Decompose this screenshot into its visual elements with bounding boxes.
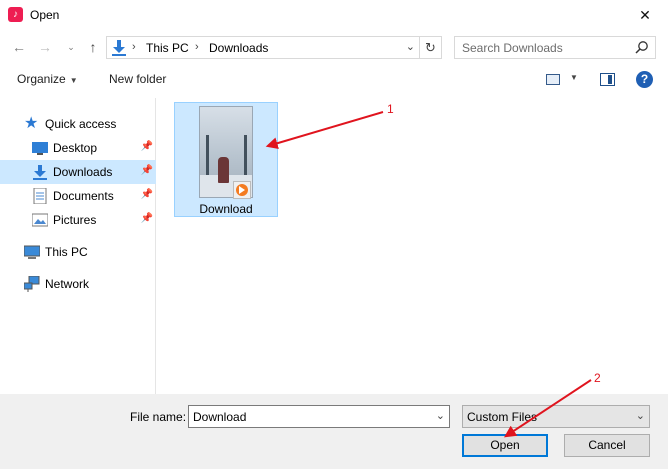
file-name-label: Download xyxy=(199,202,253,216)
nav-item-network[interactable]: Network xyxy=(0,272,156,296)
desktop-icon xyxy=(32,142,48,155)
pin-icon[interactable]: 📌 xyxy=(141,213,153,224)
downloads-icon xyxy=(33,165,47,180)
nav-label: Documents xyxy=(53,189,114,203)
file-name-input[interactable]: Download ⌄ xyxy=(188,405,450,428)
nav-item-this-pc[interactable]: This PC xyxy=(0,240,156,264)
pin-icon[interactable]: 📌 xyxy=(141,165,153,176)
nav-item-desktop[interactable]: Desktop 📌 xyxy=(0,136,156,160)
breadcrumb-separator-icon[interactable]: › xyxy=(195,41,199,53)
nav-label: Pictures xyxy=(53,213,97,227)
refresh-icon[interactable]: ↻ xyxy=(419,37,441,58)
navigation-pane: ★ Quick access Desktop 📌 Downloads 📌 Doc… xyxy=(0,98,156,394)
breadcrumb-downloads[interactable]: Downloads xyxy=(209,41,268,55)
help-icon[interactable]: ? xyxy=(636,71,653,88)
search-input[interactable]: Search Downloads xyxy=(454,36,656,59)
address-history-chevron-icon[interactable]: ⌄ xyxy=(406,40,415,53)
change-view-icon[interactable] xyxy=(546,74,560,85)
organize-button[interactable]: Organize ▼ xyxy=(17,72,78,86)
nav-label: Network xyxy=(45,277,90,291)
pin-icon[interactable]: 📌 xyxy=(141,189,153,200)
pin-icon[interactable]: 📌 xyxy=(141,141,153,152)
forward-arrow-icon[interactable]: → xyxy=(36,38,54,56)
open-button[interactable]: Open xyxy=(462,434,548,457)
address-row: ← → ⌄ ↑ › This PC › Downloads ⌄ ↻ Search… xyxy=(0,32,668,62)
up-arrow-icon[interactable]: ↑ xyxy=(84,38,102,56)
search-placeholder: Search Downloads xyxy=(462,41,563,55)
file-type-select[interactable]: Custom Files ⌄ xyxy=(462,405,650,428)
breadcrumb-this-pc[interactable]: This PC xyxy=(146,41,189,55)
documents-icon xyxy=(33,188,47,204)
chevron-down-icon[interactable]: ⌄ xyxy=(436,409,445,422)
nav-item-pictures[interactable]: Pictures 📌 xyxy=(0,208,156,232)
nav-label: Desktop xyxy=(53,141,98,155)
recent-locations-chevron-icon[interactable]: ⌄ xyxy=(62,38,80,56)
preview-pane-icon[interactable] xyxy=(600,73,615,86)
command-bar: Organize ▼ New folder ▼ ? xyxy=(0,66,668,94)
nav-item-quick-access[interactable]: ★ Quick access xyxy=(0,112,156,136)
chevron-down-icon[interactable]: ⌄ xyxy=(636,409,645,422)
organize-label: Organize xyxy=(17,72,66,86)
search-icon xyxy=(635,41,648,54)
pictures-icon xyxy=(32,213,48,227)
file-type-value: Custom Files xyxy=(467,410,538,424)
downloads-icon xyxy=(112,40,126,56)
play-icon xyxy=(239,186,245,194)
breadcrumb-separator-icon[interactable]: › xyxy=(132,41,136,53)
file-name-value: Download xyxy=(193,410,247,424)
annotation-label-1: 1 xyxy=(387,102,394,116)
nav-label: This PC xyxy=(45,245,88,259)
nav-item-downloads[interactable]: Downloads 📌 xyxy=(0,160,156,184)
computer-icon xyxy=(24,245,40,259)
close-button[interactable]: ✕ xyxy=(622,0,668,30)
title-bar: ♪ Open ✕ xyxy=(0,0,668,30)
annotation-label-2: 2 xyxy=(594,371,601,385)
view-options-caret-icon[interactable]: ▼ xyxy=(570,73,578,82)
star-icon: ★ xyxy=(24,115,39,132)
file-list-pane[interactable]: Download xyxy=(157,98,668,394)
new-folder-button[interactable]: New folder xyxy=(109,72,166,86)
caret-down-icon: ▼ xyxy=(69,76,78,85)
window-title: Open xyxy=(30,8,60,22)
nav-item-documents[interactable]: Documents 📌 xyxy=(0,184,156,208)
nav-label: Quick access xyxy=(45,117,117,131)
address-bar[interactable]: › This PC › Downloads ⌄ ↻ xyxy=(106,36,442,59)
back-arrow-icon[interactable]: ← xyxy=(10,38,28,56)
tiktok-icon: ♪ xyxy=(8,7,23,22)
file-name-label: File name: xyxy=(130,410,187,424)
dialog-footer: File name: Download ⌄ Custom Files ⌄ Ope… xyxy=(0,394,668,469)
cancel-button[interactable]: Cancel xyxy=(564,434,650,457)
network-icon xyxy=(24,276,40,292)
nav-label: Downloads xyxy=(53,165,113,179)
file-item-download[interactable]: Download xyxy=(174,102,278,217)
